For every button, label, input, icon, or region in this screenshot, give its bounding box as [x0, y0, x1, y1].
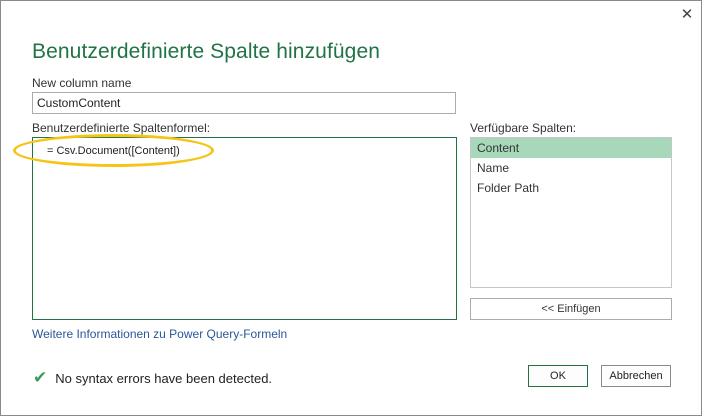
available-columns-label: Verfügbare Spalten:	[470, 121, 577, 135]
dialog-title: Benutzerdefinierte Spalte hinzufügen	[32, 40, 381, 63]
check-icon: ✔	[33, 368, 48, 387]
formula-text[interactable]: = Csv.Document([Content])	[47, 145, 180, 157]
power-query-help-link[interactable]: Weitere Informationen zu Power Query-For…	[32, 327, 287, 341]
cancel-button[interactable]: Abbrechen	[601, 365, 671, 387]
custom-column-dialog: ✕ Benutzerdefinierte Spalte hinzufügen N…	[0, 0, 702, 416]
ok-button[interactable]: OK	[528, 365, 588, 387]
syntax-status-text: No syntax errors have been detected.	[55, 370, 273, 386]
syntax-status: ✔ No syntax errors have been detected.	[33, 368, 272, 388]
new-column-name-input[interactable]: CustomContent	[32, 92, 456, 114]
close-icon[interactable]: ✕	[678, 6, 696, 24]
new-column-name-label: New column name	[32, 76, 132, 90]
formula-label: Benutzerdefinierte Spaltenformel:	[32, 121, 211, 135]
formula-editor[interactable]: = Csv.Document([Content])	[32, 137, 457, 320]
insert-button[interactable]: << Einfügen	[470, 298, 672, 320]
column-item-folder-path[interactable]: Folder Path	[471, 178, 671, 198]
available-columns-list[interactable]: Content Name Folder Path	[470, 137, 672, 288]
column-item-name[interactable]: Name	[471, 158, 671, 178]
column-item-content[interactable]: Content	[471, 138, 671, 158]
